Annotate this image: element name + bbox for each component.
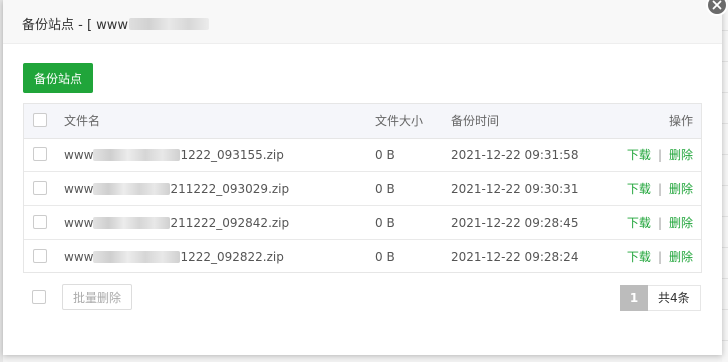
- dialog-header: 备份站点 - [ www: [3, 0, 722, 44]
- file-name-suffix: 1222_093155.zip: [180, 148, 284, 162]
- table-row: www 211222_093029.zip 0 B 2021-12-22 09:3…: [24, 172, 701, 206]
- pagination: 1 共4条: [620, 285, 701, 311]
- file-name-prefix: www: [64, 216, 94, 230]
- file-name-prefix: www: [64, 250, 94, 264]
- file-name-prefix: www: [64, 148, 94, 162]
- backup-time: 2021-12-22 09:28:45: [451, 216, 579, 230]
- row-checkbox[interactable]: [33, 215, 47, 229]
- page-number-current[interactable]: 1: [620, 285, 648, 311]
- file-size: 0 B: [375, 216, 395, 230]
- action-separator: |: [657, 182, 662, 196]
- action-separator: |: [657, 250, 662, 264]
- footer-select-all-checkbox[interactable]: [32, 290, 46, 304]
- redacted-filename: [93, 251, 181, 263]
- select-all-checkbox[interactable]: [33, 113, 47, 127]
- redacted-domain: [129, 18, 210, 30]
- file-name: www 1222_092822.zip: [64, 240, 284, 274]
- background-right-edge: [722, 0, 728, 362]
- backup-time: 2021-12-22 09:30:31: [451, 182, 579, 196]
- file-name-suffix: 211222_092842.zip: [170, 216, 290, 230]
- redacted-filename: [93, 183, 171, 195]
- backup-time: 2021-12-22 09:31:58: [451, 148, 579, 162]
- dialog-title-text: 备份站点 - [ www: [22, 18, 129, 33]
- download-link[interactable]: 下载: [627, 182, 651, 196]
- row-checkbox[interactable]: [33, 147, 47, 161]
- action-separator: |: [657, 148, 662, 162]
- file-name: www 211222_092842.zip: [64, 206, 289, 240]
- file-name-prefix: www: [64, 182, 94, 196]
- row-actions: 下载 | 删除: [627, 172, 693, 206]
- file-size: 0 B: [375, 250, 395, 264]
- backup-site-button[interactable]: 备份站点: [23, 63, 93, 93]
- delete-link[interactable]: 删除: [669, 250, 693, 264]
- table-row: www 211222_092842.zip 0 B 2021-12-22 09:2…: [24, 206, 701, 240]
- redacted-filename: [93, 149, 181, 161]
- total-count: 共4条: [648, 285, 701, 311]
- delete-link[interactable]: 删除: [669, 148, 693, 162]
- file-name-suffix: 211222_093029.zip: [170, 182, 290, 196]
- action-separator: |: [657, 216, 662, 230]
- row-actions: 下载 | 删除: [627, 240, 693, 274]
- file-name: www 1222_093155.zip: [64, 138, 284, 172]
- dialog-title: 备份站点 - [ www: [22, 14, 210, 33]
- table-header: 文件名 文件大小 备份时间 操作: [24, 104, 701, 139]
- redacted-filename: [93, 217, 171, 229]
- column-header-name: 文件名: [64, 114, 101, 128]
- row-checkbox[interactable]: [33, 249, 47, 263]
- file-name-suffix: 1222_092822.zip: [180, 250, 284, 264]
- delete-link[interactable]: 删除: [669, 216, 693, 230]
- table-row: www 1222_093155.zip 0 B 2021-12-22 09:31:…: [24, 138, 701, 172]
- row-checkbox[interactable]: [33, 181, 47, 195]
- backup-table: 文件名 文件大小 备份时间 操作 www 1222_093155.zip 0 B …: [23, 103, 702, 273]
- download-link[interactable]: 下载: [627, 216, 651, 230]
- batch-delete-button[interactable]: 批量删除: [62, 284, 132, 310]
- column-header-time: 备份时间: [451, 114, 500, 128]
- backup-site-dialog: 备份站点 - [ www 备份站点 文件名 文件大小 备份时间 操作 www 12…: [3, 0, 722, 355]
- download-link[interactable]: 下载: [627, 148, 651, 162]
- column-header-size: 文件大小: [375, 114, 424, 128]
- file-size: 0 B: [375, 182, 395, 196]
- backup-time: 2021-12-22 09:28:24: [451, 250, 579, 264]
- row-actions: 下载 | 删除: [627, 206, 693, 240]
- table-row: www 1222_092822.zip 0 B 2021-12-22 09:28:…: [24, 240, 701, 274]
- column-header-ops: 操作: [668, 114, 693, 128]
- delete-link[interactable]: 删除: [669, 182, 693, 196]
- file-name: www 211222_093029.zip: [64, 172, 289, 206]
- download-link[interactable]: 下载: [627, 250, 651, 264]
- file-size: 0 B: [375, 148, 395, 162]
- row-actions: 下载 | 删除: [627, 138, 693, 172]
